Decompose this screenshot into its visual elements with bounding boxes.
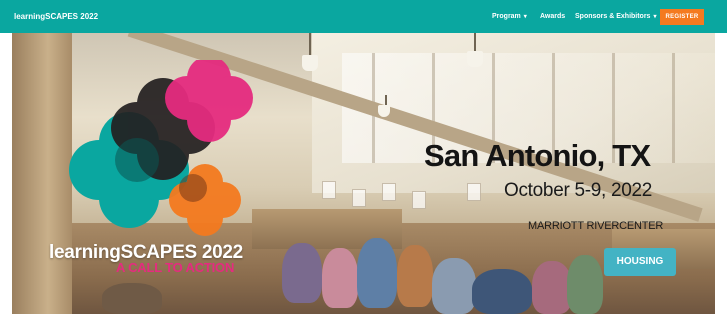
adult-figure: [472, 269, 532, 314]
learningscapes-logo-graphic: [69, 60, 253, 236]
pendant-lamp: [467, 33, 483, 71]
nav-program[interactable]: Program ▾: [492, 0, 527, 33]
page: learningSCAPES 2022 Program ▾ Awards Spon…: [0, 0, 727, 314]
chevron-down-icon: ▾: [653, 14, 657, 20]
logo-tagline: A CALL TO ACTION: [116, 260, 235, 275]
nav-program-label: Program: [492, 13, 521, 20]
wall-drawing: [352, 189, 366, 207]
wall-drawing: [382, 183, 396, 201]
child-figure: [432, 258, 476, 314]
event-dates: October 5-9, 2022: [504, 180, 653, 201]
nav-awards-label: Awards: [540, 13, 566, 20]
nav-awards[interactable]: Awards: [540, 0, 565, 33]
wall-drawing: [412, 191, 426, 209]
wall-drawing: [467, 183, 481, 201]
event-city: San Antonio, TX: [424, 138, 651, 173]
top-navbar: learningSCAPES 2022 Program ▾ Awards Spon…: [0, 0, 727, 33]
brand-link[interactable]: learningSCAPES 2022: [14, 0, 98, 33]
chevron-down-icon: ▾: [523, 14, 527, 20]
housing-button[interactable]: HOUSING: [604, 248, 676, 276]
child-figure: [397, 245, 433, 307]
child-figure: [357, 238, 397, 308]
table: [102, 283, 162, 314]
child-figure: [282, 243, 322, 303]
nav-sponsors-label: Sponsors & Exhibitors: [575, 13, 651, 20]
nav-sponsors-exhibitors[interactable]: Sponsors & Exhibitors ▾: [575, 0, 656, 33]
wall-drawing: [322, 181, 336, 199]
logo-overlap: [115, 138, 159, 182]
event-venue: MARRIOTT RIVERCENTER: [528, 220, 664, 232]
child-figure: [322, 248, 358, 308]
pendant-lamp: [378, 95, 394, 137]
child-figure: [532, 261, 572, 314]
logo-overlap: [179, 174, 207, 202]
child-figure: [567, 255, 603, 314]
register-button[interactable]: REGISTER: [660, 9, 704, 25]
pendant-lamp: [302, 33, 318, 75]
